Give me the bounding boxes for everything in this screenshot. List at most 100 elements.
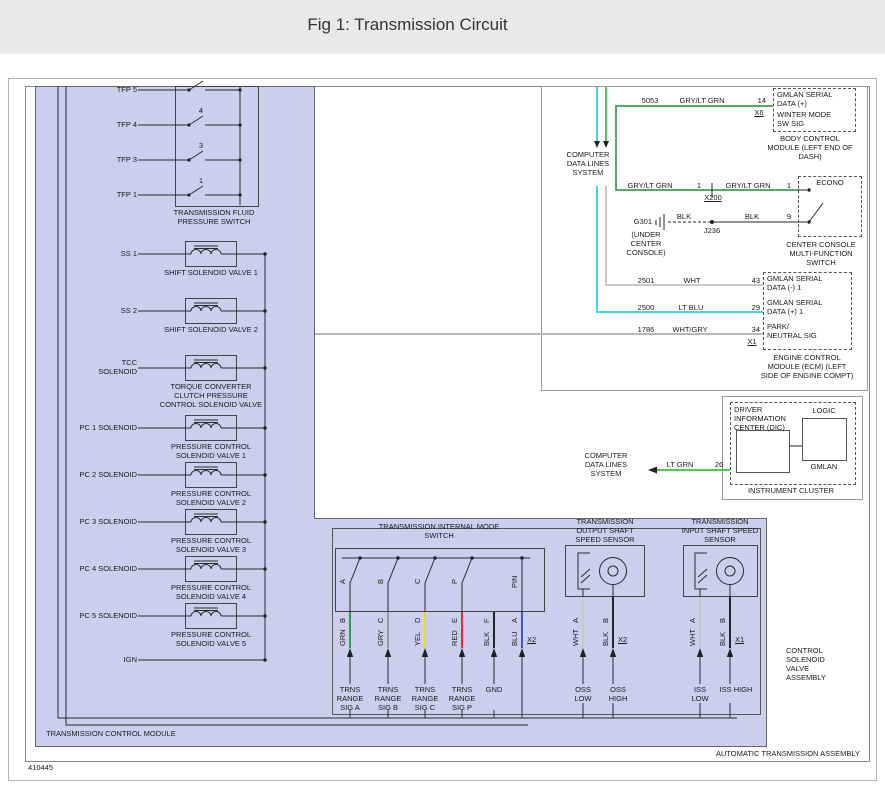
wire-pin-letter: F — [483, 618, 492, 623]
ecm-caption: ENGINE CONTROL MODULE (ECM) (LEFT SIDE O… — [760, 354, 854, 381]
wire-pin-letter: B — [339, 618, 348, 623]
tcm-signal-label: GND — [479, 686, 509, 695]
wire-color-label: GRY — [377, 630, 386, 646]
tcm-signal-label: ISS HIGH — [719, 686, 753, 695]
dic-display-box — [736, 430, 790, 473]
pin-number-9: 9 — [784, 213, 794, 222]
tcm-signal-label: OSS HIGH — [601, 686, 635, 704]
pin-label-pc5: PC 5 SOLENOID — [67, 612, 137, 621]
pin-number-x200: 1 — [694, 182, 704, 191]
assembly-label: AUTOMATIC TRANSMISSION ASSEMBLY — [600, 750, 860, 759]
connector-x2: X2 — [618, 636, 634, 645]
pin-label-pc3: PC 3 SOLENOID — [67, 518, 137, 527]
wire-color-label: RED — [451, 630, 460, 646]
ecm-signal-gmlan-plus: GMLAN SERIAL DATA (+) 1 — [767, 299, 827, 317]
pin-label-tcc: TCC SOLENOID — [93, 359, 137, 377]
wire-color-gry-lt-grn: GRY/LT GRN — [722, 182, 774, 191]
ground-location: (UNDER CENTER CONSOLE) — [618, 231, 674, 258]
tcm-signal-label: ISS LOW — [685, 686, 715, 704]
shift-solenoid-1-box — [185, 241, 237, 267]
pc-solenoid-1-box — [185, 415, 237, 441]
tcm-signal-label: TRNS RANGE SIG B — [369, 686, 407, 713]
bcm-signal-gmlan: GMLAN SERIAL DATA (+) — [777, 91, 837, 109]
mode-switch-contact-p: P — [451, 579, 460, 584]
pin-number-26: 26 — [712, 461, 726, 470]
pc-solenoid-5-box — [185, 603, 237, 629]
pin-label-ign: IGN — [67, 656, 137, 665]
oss-sensor-caption: TRANSMISSION OUTPUT SHAFT SPEED SENSOR — [566, 518, 644, 545]
wire-circuit-5053: 5053 — [638, 97, 662, 106]
pin-number-29: 29 — [746, 304, 760, 313]
wire-color-label: YEL — [414, 632, 423, 646]
econo-label: ECONO — [800, 179, 860, 188]
mode-switch-contact-b: B — [377, 579, 386, 584]
dic-logic-box — [802, 418, 847, 461]
tcc-solenoid-box — [185, 355, 237, 381]
pin-number-14: 14 — [752, 97, 766, 106]
wire-pin-letter: D — [414, 618, 423, 623]
tcm-signal-label: TRNS RANGE SIG P — [443, 686, 481, 713]
solenoid-caption-ss1: SHIFT SOLENOID VALVE 1 — [155, 269, 267, 278]
oss-sensor-box — [565, 545, 645, 597]
wire-color-blk: BLK — [742, 213, 762, 222]
dic-gmlan-label: GMLAN — [802, 463, 846, 472]
splice-j236: J236 — [700, 227, 724, 236]
wiring-diagram-page: Fig 1: Transmission Circuit — [0, 0, 885, 789]
connector-x200: X200 — [700, 194, 726, 203]
tcm-signal-label: TRNS RANGE SIG C — [406, 686, 444, 713]
mode-switch-contact-a: A — [339, 579, 348, 584]
pin-label-tfp4: TFP 4 — [67, 121, 137, 130]
connector-x2: X2 — [527, 636, 543, 645]
solenoid-caption-pc2: PRESSURE CONTROL SOLENOID VALVE 2 — [155, 490, 267, 508]
solenoid-caption-pc1: PRESSURE CONTROL SOLENOID VALVE 1 — [155, 443, 267, 461]
instrument-cluster-caption: INSTRUMENT CLUSTER — [724, 487, 858, 496]
doc-number: 410445 — [28, 764, 108, 773]
pin-label-pc4: PC 4 SOLENOID — [67, 565, 137, 574]
mode-switch-pin-label: PIN — [511, 575, 520, 588]
pin-label-tfp3: TFP 3 — [67, 156, 137, 165]
tcm-label: TRANSMISSION CONTROL MODULE — [46, 730, 246, 739]
tfp-contact-number: 4 — [196, 107, 206, 116]
figure-title: Fig 1: Transmission Circuit — [0, 15, 815, 35]
shift-solenoid-2-box — [185, 298, 237, 324]
pin-number-43: 43 — [746, 277, 760, 286]
solenoid-caption-ss2: SHIFT SOLENOID VALVE 2 — [155, 326, 267, 335]
connector-x1: X1 — [735, 636, 751, 645]
solenoid-caption-pc5: PRESSURE CONTROL SOLENOID VALVE 5 — [155, 631, 267, 649]
pin-label-pc1: PC 1 SOLENOID — [67, 424, 137, 433]
solenoid-caption-tcc: TORQUE CONVERTER CLUTCH PRESSURE CONTROL… — [155, 383, 267, 410]
pin-number-34: 34 — [746, 326, 760, 335]
wire-pin-letter: A — [689, 618, 698, 623]
tcm-signal-label: OSS LOW — [568, 686, 598, 704]
tcm-signal-label: TRNS RANGE SIG A — [331, 686, 369, 713]
wire-pin-letter: A — [572, 618, 581, 623]
wire-color-lt-blu: LT BLU — [674, 304, 708, 313]
wire-pin-letter: A — [511, 618, 520, 623]
pin-label-ss2: SS 2 — [67, 307, 137, 316]
ecm-signal-park-neutral: PARK/ NEUTRAL SIG — [767, 323, 819, 341]
solenoid-caption-pc3: PRESSURE CONTROL SOLENOID VALVE 3 — [155, 537, 267, 555]
connector-x1: X1 — [744, 338, 760, 347]
wire-color-wht: WHT — [678, 277, 706, 286]
wire-circuit-2500: 2500 — [634, 304, 658, 313]
ground-id-g301: G301 — [620, 218, 652, 227]
computer-data-lines-label: COMPUTER DATA LINES SYSTEM — [582, 452, 630, 479]
pin-label-ss1: SS 1 — [67, 250, 137, 259]
pc-solenoid-3-box — [185, 509, 237, 535]
pin-label-tfp1: TFP 1 — [67, 191, 137, 200]
bcm-caption: BODY CONTROL MODULE (LEFT END OF DASH) — [764, 135, 856, 162]
bcm-signal-winter-mode: WINTER MODE SW SIG — [777, 111, 837, 129]
wire-color-label: BLK — [483, 632, 492, 646]
wire-color-lt-grn: LT GRN — [664, 461, 696, 470]
iss-sensor-caption: TRANSMISSION INPUT SHAFT SPEED SENSOR — [681, 518, 759, 545]
dic-label: DRIVER INFORMATION CENTER (DIC) — [734, 406, 796, 433]
econo-caption: CENTER CONSOLE MULTI-FUNCTION SWITCH — [780, 241, 862, 268]
pin-label-tfp5: TFP 5 — [67, 86, 137, 95]
pc-solenoid-4-box — [185, 556, 237, 582]
ecm-signal-gmlan-minus: GMLAN SERIAL DATA (-) 1 — [767, 275, 827, 293]
wire-color-gry-lt-grn: GRY/LT GRN — [624, 182, 676, 191]
wire-color-blk: BLK — [674, 213, 694, 222]
iss-sensor-box — [683, 545, 758, 597]
tfp-contact-number: 3 — [196, 142, 206, 151]
tfp-contact-number: 1 — [196, 177, 206, 186]
